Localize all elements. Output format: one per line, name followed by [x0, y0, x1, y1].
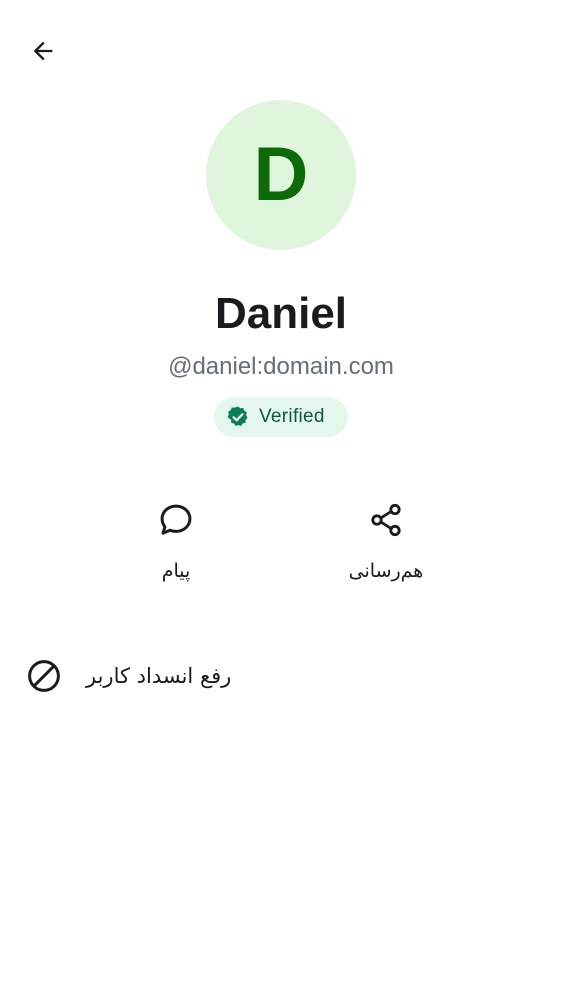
message-label: پیام: [161, 560, 191, 582]
avatar-initial: D: [253, 132, 309, 217]
share-button[interactable]: هم‌رسانی: [306, 496, 466, 596]
verified-label: Verified: [259, 406, 325, 427]
unblock-user-row[interactable]: رفع انسداد کاربر: [0, 640, 562, 712]
share-icon: [371, 503, 401, 537]
share-label: هم‌رسانی: [348, 560, 424, 582]
unblock-user-label: رفع انسداد کاربر: [86, 664, 232, 688]
arrow-back-icon: [33, 41, 53, 61]
chat-bubble-icon: [160, 504, 192, 535]
back-button[interactable]: [22, 30, 64, 72]
block-icon: [28, 660, 60, 692]
verified-check-icon: [227, 406, 248, 426]
avatar: D: [206, 100, 356, 250]
display-name: Daniel: [214, 289, 348, 338]
verified-badge: Verified: [214, 397, 348, 437]
user-id: @daniel:domain.com: [168, 353, 394, 380]
message-button[interactable]: پیام: [96, 496, 256, 596]
